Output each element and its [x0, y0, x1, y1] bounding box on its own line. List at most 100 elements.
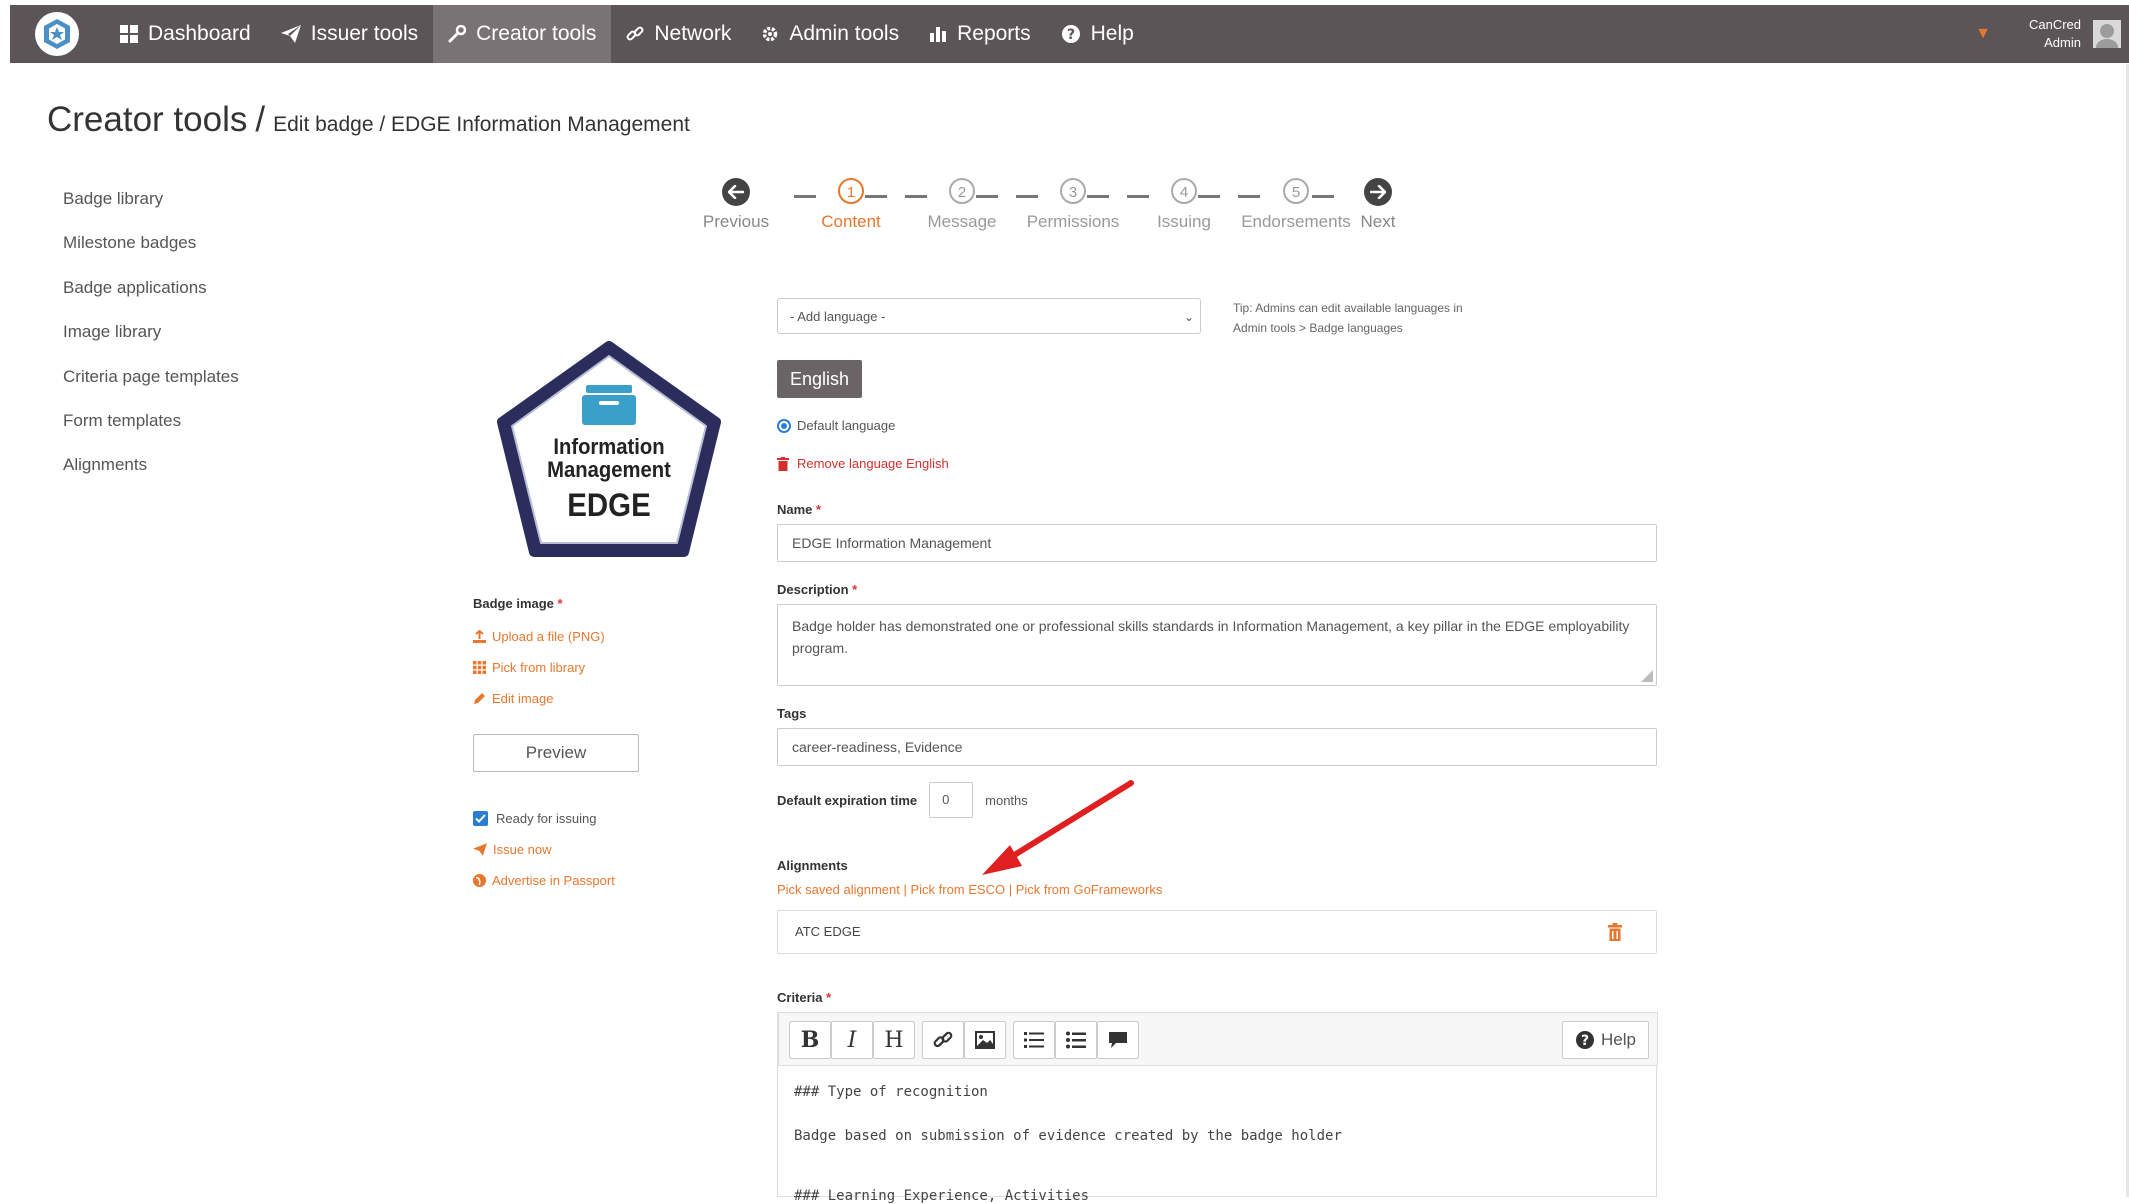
user-menu[interactable]: ▼ CanCred Admin [1975, 5, 2129, 63]
alignment-links: Pick saved alignment | Pick from ESCO | … [777, 882, 1163, 897]
avatar[interactable] [2093, 20, 2121, 48]
upload-file-link[interactable]: Upload a file (PNG) [473, 621, 639, 652]
nav-help[interactable]: ? Help [1046, 5, 1149, 63]
image-button[interactable] [964, 1021, 1006, 1059]
badge-image: Information Management EDGE [497, 341, 721, 557]
grid-icon [473, 661, 486, 674]
step-endorsements[interactable]: 5 Endorsements [1236, 178, 1356, 232]
description-value: Badge holder has demonstrated one or pro… [792, 618, 1630, 656]
nav-issuer-tools[interactable]: Issuer tools [266, 5, 433, 63]
unordered-list-button[interactable] [1055, 1021, 1097, 1059]
nav-reports[interactable]: Reports [914, 5, 1046, 63]
badge-text-line1: Information [553, 435, 664, 459]
editor-toolbar: B I H ? Help [778, 1012, 1658, 1066]
edit-image-label: Edit image [492, 691, 554, 706]
bold-button[interactable]: B [789, 1021, 831, 1059]
default-language-radio[interactable]: Default language [777, 418, 895, 433]
preview-button[interactable]: Preview [473, 734, 639, 772]
advertise-in-passport-label: Advertise in Passport [492, 873, 615, 888]
remove-language-label: Remove language English [797, 456, 949, 471]
next-label: Next [1360, 212, 1396, 231]
nav-admin-tools[interactable]: Admin tools [746, 5, 914, 63]
step-number: 2 [949, 178, 975, 204]
sidebar-item-criteria-page-templates[interactable]: Criteria page templates [63, 364, 239, 408]
add-language-select[interactable]: - Add language - ⌄ [777, 298, 1201, 334]
badge-image-panel: Badge image * Upload a file (PNG) Pick f… [473, 596, 639, 896]
description-label-text: Description [777, 582, 849, 597]
nav-admin-tools-label: Admin tools [789, 22, 900, 45]
criteria-line: ### Learning Experience, Activities [794, 1188, 1090, 1204]
heading-button[interactable]: H [873, 1021, 915, 1059]
badge-image-label-text: Badge image [473, 596, 554, 611]
wrench-icon [448, 25, 467, 43]
sidebar-item-image-library[interactable]: Image library [63, 319, 239, 363]
next-step-button[interactable]: Next [1343, 178, 1413, 232]
file-cabinet-icon [582, 385, 636, 425]
sidebar-item-badge-library[interactable]: Badge library [63, 186, 239, 230]
paper-plane-icon [280, 25, 301, 43]
dashboard-icon [120, 25, 138, 43]
nav-dashboard[interactable]: Dashboard [105, 5, 266, 63]
description-label: Description * [777, 582, 858, 597]
pick-from-library-link[interactable]: Pick from library [473, 652, 639, 683]
step-label: Message [927, 212, 997, 231]
sidebar-item-milestone-badges[interactable]: Milestone badges [63, 230, 239, 274]
page-subtitle: Edit badge / EDGE Information Management [273, 113, 690, 136]
link-icon [933, 1031, 953, 1048]
criteria-label-text: Criteria [777, 990, 823, 1005]
ordered-list-button[interactable] [1013, 1021, 1055, 1059]
caret-down-icon[interactable]: ▼ [1975, 25, 1991, 43]
tab-english[interactable]: English [777, 360, 863, 398]
step-issuing[interactable]: 4 Issuing [1129, 178, 1239, 232]
step-label: Permissions [1026, 212, 1120, 231]
italic-button[interactable]: I [831, 1021, 873, 1059]
sidebar-item-badge-applications[interactable]: Badge applications [63, 275, 239, 319]
app-logo[interactable] [35, 12, 79, 56]
badge-image-label: Badge image * [473, 596, 563, 611]
description-field[interactable]: Badge holder has demonstrated one or pro… [777, 604, 1657, 686]
chevron-down-icon: ⌄ [1183, 310, 1194, 324]
step-number: 3 [1060, 178, 1086, 204]
user-info: CanCred Admin [2029, 16, 2081, 52]
expiration-label: Default expiration time [777, 792, 918, 808]
edit-image-link[interactable]: Edit image [473, 683, 639, 714]
name-label: Name * [777, 502, 822, 517]
sidebar-item-alignments[interactable]: Alignments [63, 452, 239, 496]
previous-step-button[interactable]: Previous [696, 178, 776, 232]
remove-language-link[interactable]: Remove language English [777, 456, 949, 471]
step-connector [865, 195, 887, 198]
sidebar-item-form-templates[interactable]: Form templates [63, 408, 239, 452]
criteria-editor[interactable]: B I H ? Help ### Type of recognition Bad… [777, 1012, 1658, 1204]
nav-issuer-tools-label: Issuer tools [310, 22, 419, 45]
nav-network-label: Network [654, 22, 732, 45]
svg-text:?: ? [1067, 27, 1075, 43]
editor-help-button[interactable]: ? Help [1562, 1021, 1649, 1059]
step-content[interactable]: 1 Content [796, 178, 906, 232]
step-message[interactable]: 2 Message [907, 178, 1017, 232]
tags-field[interactable] [777, 728, 1657, 766]
language-tip: Tip: Admins can edit available languages… [1233, 298, 1513, 338]
nav-help-label: Help [1090, 22, 1134, 45]
globe-icon [473, 874, 486, 887]
step-permissions[interactable]: 3 Permissions [1018, 178, 1128, 232]
pick-from-esco-link[interactable]: Pick from ESCO [910, 882, 1005, 897]
pick-from-goframeworks-link[interactable]: Pick from GoFrameworks [1016, 882, 1163, 897]
ready-for-issuing-checkbox[interactable]: Ready for issuing [473, 806, 639, 830]
nav-network[interactable]: Network [611, 5, 746, 63]
link-button[interactable] [922, 1021, 964, 1059]
pick-saved-alignment-link[interactable]: Pick saved alignment [777, 882, 900, 897]
nav-creator-tools[interactable]: Creator tools [433, 5, 612, 63]
expiration-input[interactable]: 0 [929, 782, 974, 818]
quote-button[interactable] [1097, 1021, 1139, 1059]
arrow-right-circle-icon [1364, 178, 1392, 206]
resize-handle-icon[interactable] [1641, 670, 1653, 682]
name-field[interactable] [777, 524, 1657, 562]
delete-alignment-trash-icon[interactable] [1608, 923, 1622, 941]
issue-now-link[interactable]: Issue now [473, 834, 639, 865]
ordered-list-icon [1024, 1032, 1044, 1048]
ready-for-issuing-label: Ready for issuing [496, 810, 597, 826]
badge-text-line3: EDGE [567, 487, 650, 523]
advertise-in-passport-link[interactable]: Advertise in Passport [473, 865, 639, 896]
criteria-label: Criteria * [777, 990, 832, 1005]
step-label: Content [821, 212, 881, 231]
